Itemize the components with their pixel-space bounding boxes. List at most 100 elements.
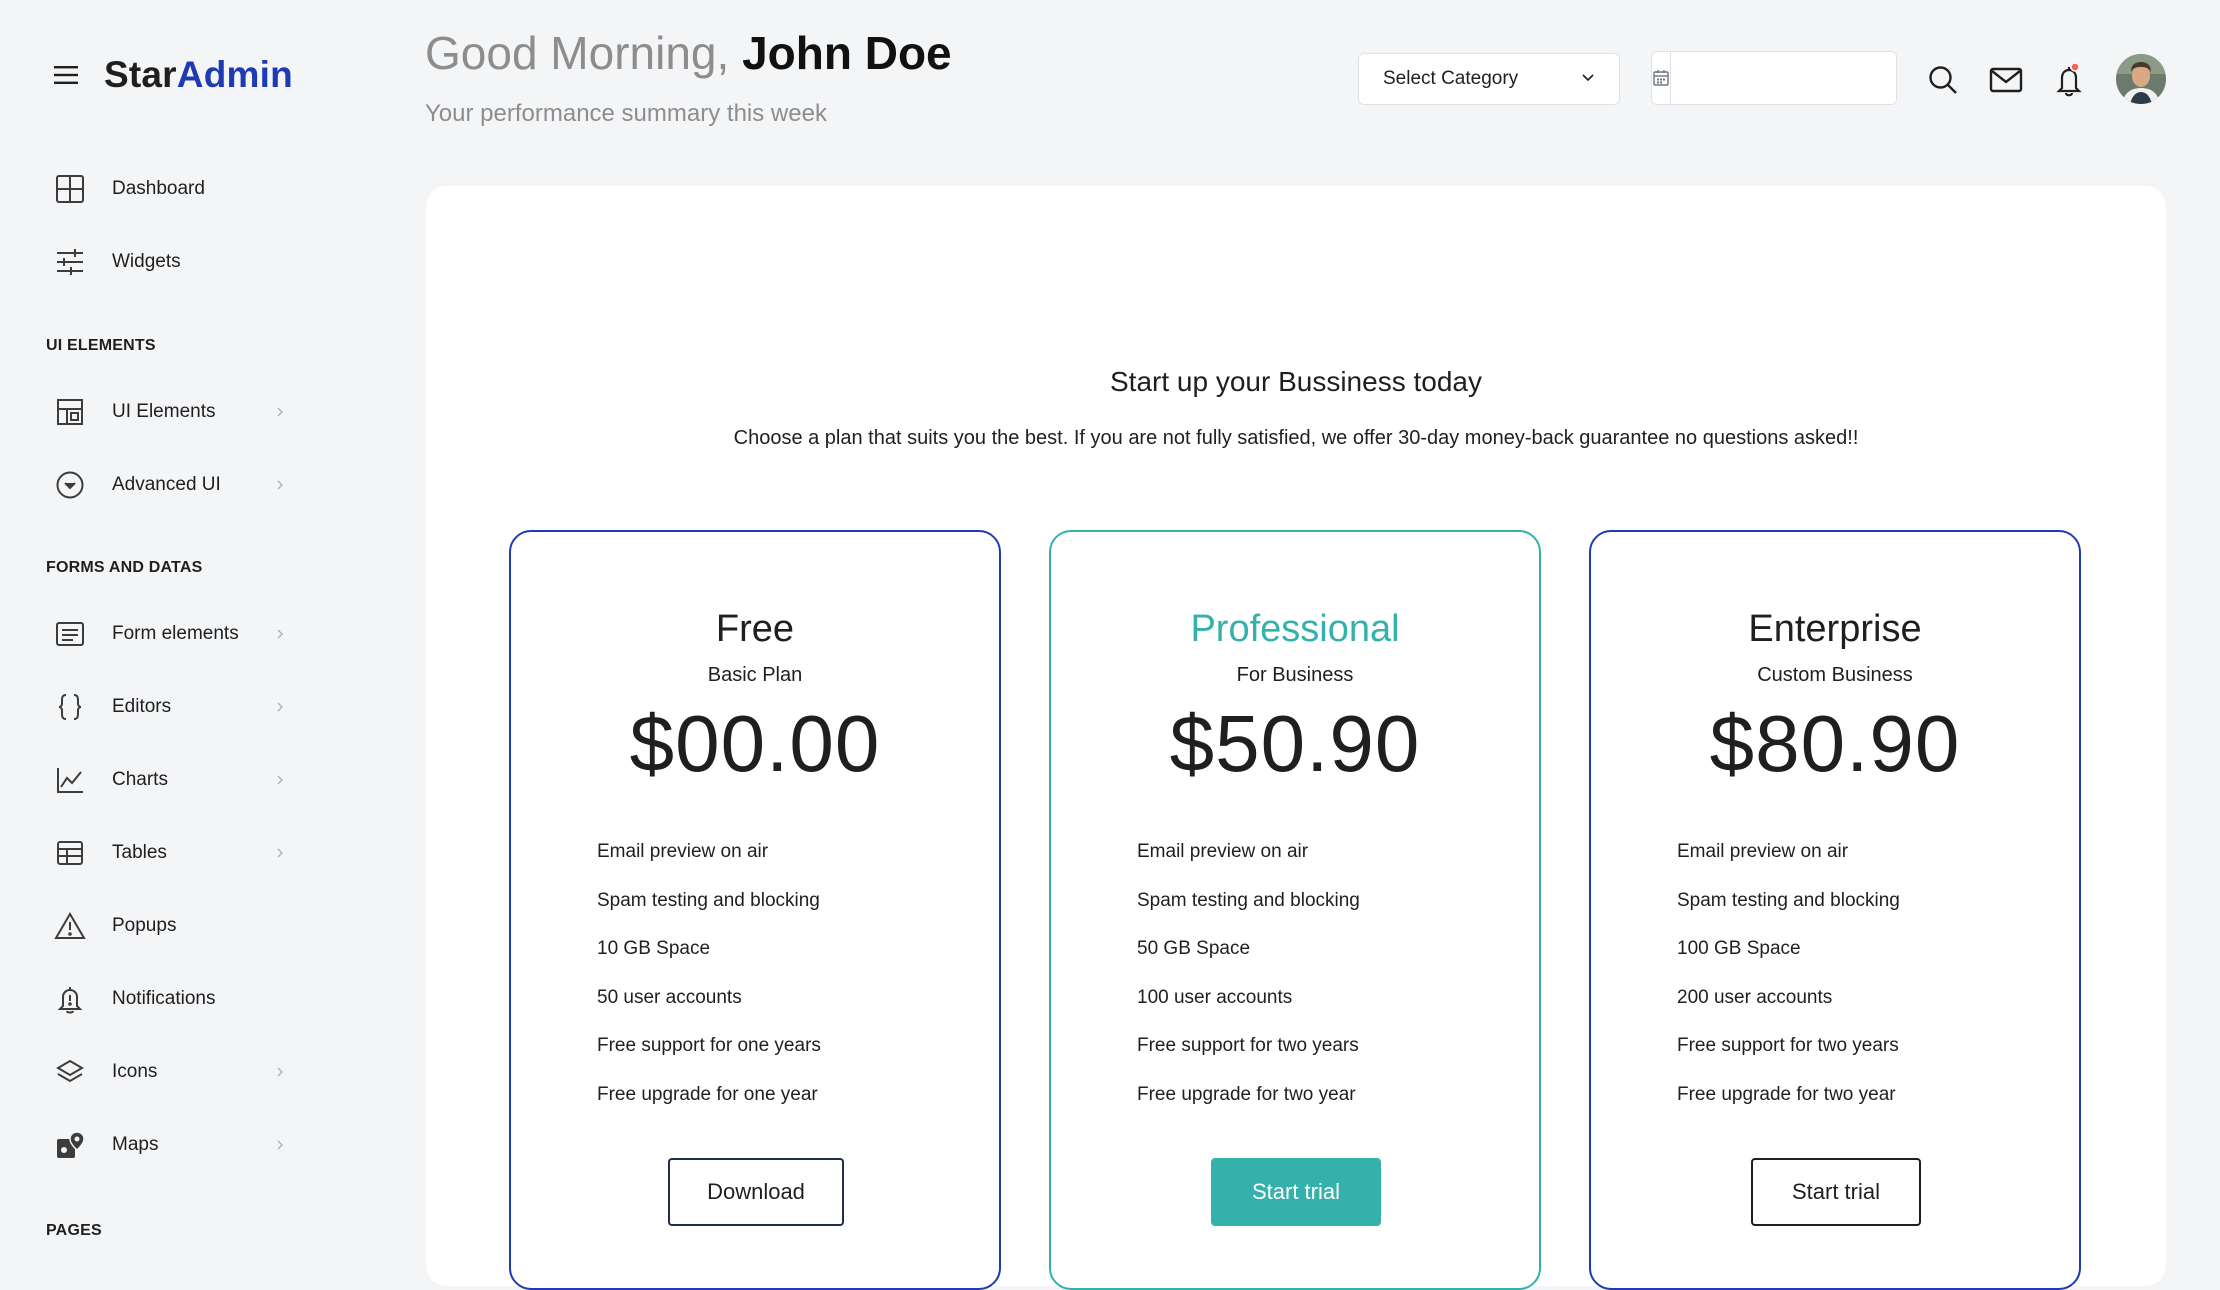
sidebar-item-popups[interactable]: Popups	[46, 902, 286, 950]
page-subtitle: Your performance summary this week	[425, 100, 827, 127]
sidebar-item-ui-elements[interactable]: UI Elements	[46, 388, 286, 436]
plan-features: Email preview on air Spam testing and bl…	[1137, 828, 1360, 1119]
sliders-icon	[46, 238, 94, 286]
sidebar-item-label: Widgets	[112, 251, 181, 272]
start-trial-button-enterprise[interactable]: Start trial	[1751, 1158, 1921, 1226]
table-icon	[46, 829, 94, 877]
pricing-lead: Choose a plan that suits you the best. I…	[733, 427, 1859, 449]
sidebar-item-label: Popups	[112, 915, 177, 936]
brand-bar: StarAdmin	[52, 52, 293, 98]
chevron-right-icon	[274, 1139, 286, 1151]
sidebar-item-label: Charts	[112, 769, 168, 790]
chevron-right-icon	[274, 701, 286, 713]
sidebar-item-dashboard[interactable]: Dashboard	[46, 165, 286, 213]
plan-feature: Spam testing and blocking	[597, 889, 820, 911]
download-button[interactable]: Download	[668, 1158, 844, 1226]
sidebar-item-widgets[interactable]: Widgets	[46, 238, 286, 286]
greeting-prefix: Good Morning,	[425, 27, 743, 79]
bell-alert-icon	[46, 975, 94, 1023]
sidebar-item-label: Notifications	[112, 988, 216, 1009]
sidebar-item-icons[interactable]: Icons	[46, 1048, 286, 1096]
messages-button[interactable]	[1986, 60, 2026, 100]
category-select[interactable]: Select Category	[1358, 53, 1620, 105]
plan-subtitle: For Business	[1236, 664, 1354, 686]
plan-features: Email preview on air Spam testing and bl…	[597, 828, 821, 1119]
sidebar-item-label: Form elements	[112, 623, 239, 644]
plan-feature: Free upgrade for two year	[1677, 1083, 1896, 1105]
form-icon	[46, 610, 94, 658]
braces-icon	[46, 683, 94, 731]
warning-icon	[46, 902, 94, 950]
layers-icon	[46, 1048, 94, 1096]
menu-toggle-button[interactable]	[52, 52, 80, 98]
plan-price: $00.00	[629, 699, 881, 788]
chevron-right-icon	[274, 847, 286, 859]
date-input[interactable]	[1671, 52, 1907, 104]
greeting-user-name: John Doe	[742, 27, 952, 79]
plan-name: Free	[715, 608, 795, 650]
hamburger-icon	[54, 66, 78, 84]
chevron-right-icon	[274, 1066, 286, 1078]
plan-feature: 50 GB Space	[1137, 938, 1251, 959]
plan-feature: 100 user accounts	[1137, 986, 1293, 1008]
plan-subtitle: Custom Business	[1757, 664, 1913, 686]
start-trial-button-professional[interactable]: Start trial	[1211, 1158, 1381, 1226]
plan-feature: Email preview on air	[1677, 841, 1849, 862]
brand-logo-part2: Admin	[176, 54, 293, 95]
sidebar-item-tables[interactable]: Tables	[46, 829, 286, 877]
chevron-circle-icon	[46, 461, 94, 509]
plan-feature: Spam testing and blocking	[1137, 889, 1360, 911]
plan-feature: 50 user accounts	[597, 986, 742, 1008]
sidebar-item-label: Advanced UI	[112, 474, 221, 495]
sidebar-item-label: Tables	[112, 842, 167, 863]
plan-feature: Email preview on air	[1137, 841, 1309, 862]
plan-price: $50.90	[1169, 699, 1421, 788]
line-chart-icon	[46, 756, 94, 804]
sidebar-item-label: UI Elements	[112, 401, 216, 422]
plan-subtitle: Basic Plan	[707, 664, 803, 686]
sidebar: StarAdmin Dashboard Widgets UI ELEMENTS …	[0, 0, 410, 1260]
plan-card-enterprise: Enterprise Custom Business $80.90 Email …	[1589, 530, 2081, 1290]
plan-feature: 200 user accounts	[1677, 986, 1833, 1008]
sidebar-item-form-elements[interactable]: Form elements	[46, 610, 286, 658]
bell-icon	[2056, 62, 2082, 97]
brand-logo-part1: Star	[104, 54, 177, 95]
avatar[interactable]	[2116, 54, 2166, 104]
plan-feature: Free support for two years	[1677, 1035, 1899, 1056]
date-picker[interactable]	[1651, 51, 1907, 105]
search-button[interactable]	[1923, 60, 1963, 100]
calendar-icon[interactable]	[1652, 52, 1671, 104]
user-avatar-icon	[2116, 54, 2166, 104]
plan-feature: Email preview on air	[597, 841, 769, 862]
sidebar-item-maps[interactable]: Maps	[46, 1121, 286, 1169]
plan-card-professional: Professional For Business $50.90 Email p…	[1049, 530, 1541, 1290]
sidebar-item-editors[interactable]: Editors	[46, 683, 286, 731]
sidebar-item-label: Icons	[112, 1061, 158, 1082]
plan-name: Professional	[1190, 608, 1400, 650]
brand-logo[interactable]: StarAdmin	[104, 54, 293, 96]
sidebar-item-label: Editors	[112, 696, 172, 717]
chevron-right-icon	[274, 479, 286, 491]
section-title-pages: PAGES	[46, 1222, 102, 1239]
plan-features: Email preview on air Spam testing and bl…	[1677, 828, 1900, 1119]
sidebar-item-notifications[interactable]: Notifications	[46, 975, 286, 1023]
plan-card-free: Free Basic Plan $00.00 Email preview on …	[509, 530, 1001, 1290]
notification-dot	[2070, 62, 2080, 72]
plan-feature: Free upgrade for one year	[597, 1083, 818, 1105]
plan-feature: Free support for one years	[597, 1035, 821, 1056]
search-icon	[1929, 66, 1957, 94]
plan-feature: 10 GB Space	[597, 938, 711, 959]
plan-feature: 100 GB Space	[1677, 938, 1801, 959]
notifications-button[interactable]	[2050, 60, 2090, 100]
plan-feature: Spam testing and blocking	[1677, 889, 1900, 911]
section-title-forms-and-datas: FORMS AND DATAS	[46, 559, 203, 576]
pricing-heading: Start up your Bussiness today	[1110, 366, 1482, 397]
chevron-down-icon	[1581, 70, 1595, 88]
chevron-right-icon	[274, 406, 286, 418]
plan-feature: Free upgrade for two year	[1137, 1083, 1356, 1105]
section-title-ui-elements: UI ELEMENTS	[46, 337, 156, 354]
sidebar-item-label: Maps	[112, 1134, 159, 1155]
sidebar-item-advanced-ui[interactable]: Advanced UI	[46, 461, 286, 509]
chevron-right-icon	[274, 628, 286, 640]
sidebar-item-charts[interactable]: Charts	[46, 756, 286, 804]
